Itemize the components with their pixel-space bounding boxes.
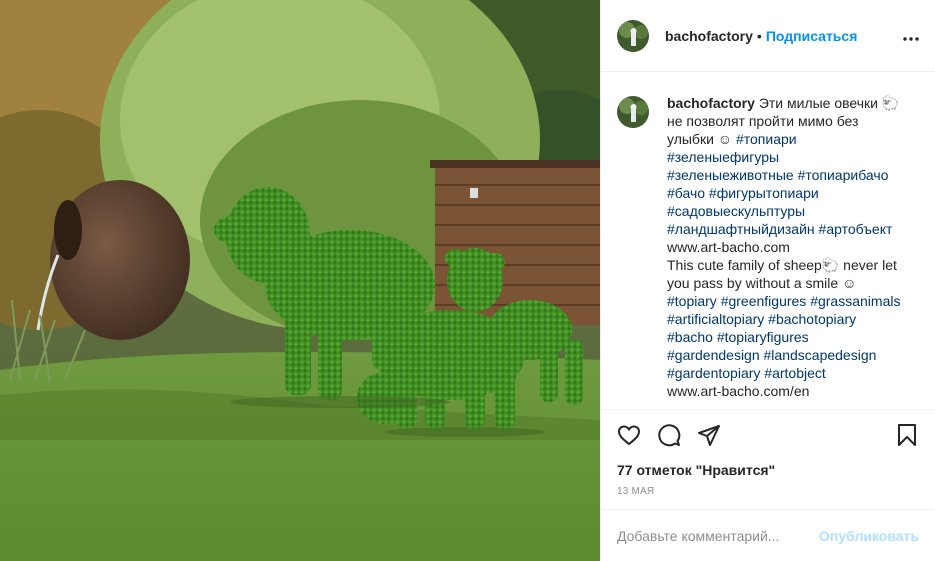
caption-line: не позволят пройти мимо без — [667, 113, 859, 129]
username-link[interactable]: bachofactory — [665, 28, 753, 44]
hashtag-link[interactable]: #artificialtopiary #bachotopiary — [667, 310, 912, 328]
caption-line: This cute family of sheep🐑 never let — [667, 257, 897, 273]
more-horizontal-icon[interactable] — [903, 30, 919, 41]
caption-line: you pass by without a smile ☺ — [667, 275, 857, 291]
hashtag-link[interactable]: #gardendesign #landscapedesign — [667, 346, 912, 364]
caption-username[interactable]: bachofactory — [667, 95, 755, 111]
hashtag-link[interactable]: #зеленыеживотные #топиарибачо — [667, 166, 912, 184]
hashtag-link[interactable]: #gardentopiary #artobject — [667, 364, 912, 382]
action-bar — [601, 409, 935, 459]
hashtag-link[interactable]: #садовыескульптуры — [667, 202, 912, 220]
follow-button[interactable]: Подписаться — [766, 28, 858, 44]
post-caption: bachofactory Эти милые овечки 🐑 не позво… — [667, 94, 912, 409]
caption-avatar[interactable] — [617, 96, 649, 128]
likes-count[interactable]: 77 отметок "Нравится" — [601, 459, 935, 481]
hashtag-link[interactable]: #bacho #topiaryfigures — [667, 328, 912, 346]
hashtag-link[interactable]: #зеленыефигуры — [667, 148, 912, 166]
bookmark-icon[interactable] — [893, 421, 921, 449]
hashtag-link[interactable]: #topiary #greenfigures #grassanimals — [667, 292, 912, 310]
hashtag-link[interactable]: #ландшафтныйдизайн #артобъект — [667, 220, 912, 238]
comment-input[interactable] — [617, 527, 820, 544]
post-photo[interactable] — [0, 0, 600, 561]
post-header: bachofactory • Подписаться — [601, 0, 935, 72]
comment-form: Опубликовать — [601, 509, 935, 561]
post-sidebar: bachofactory • Подписаться bachofactory — [600, 0, 935, 561]
caption-line: Эти милые овечки 🐑 — [758, 95, 900, 111]
hashtag-link[interactable]: #топиари — [736, 131, 797, 147]
publish-button[interactable]: Опубликовать — [819, 528, 919, 544]
heart-icon[interactable] — [615, 421, 643, 449]
instagram-post: bachofactory • Подписаться bachofactory — [0, 0, 935, 561]
website-link[interactable]: www.art-bacho.com/en — [667, 382, 912, 400]
caption-line: улыбки ☺ — [667, 131, 736, 147]
separator-dot: • — [756, 27, 762, 44]
hashtag-link[interactable]: #бачо #фигурытопиари — [667, 184, 912, 202]
caption-area: bachofactory Эти милые овечки 🐑 не позво… — [601, 72, 935, 409]
post-date[interactable]: 13 МАЯ — [601, 481, 935, 509]
website-link[interactable]: www.art-bacho.com — [667, 238, 912, 256]
share-icon[interactable] — [695, 421, 723, 449]
avatar[interactable] — [617, 19, 649, 52]
comment-icon[interactable] — [655, 421, 683, 449]
